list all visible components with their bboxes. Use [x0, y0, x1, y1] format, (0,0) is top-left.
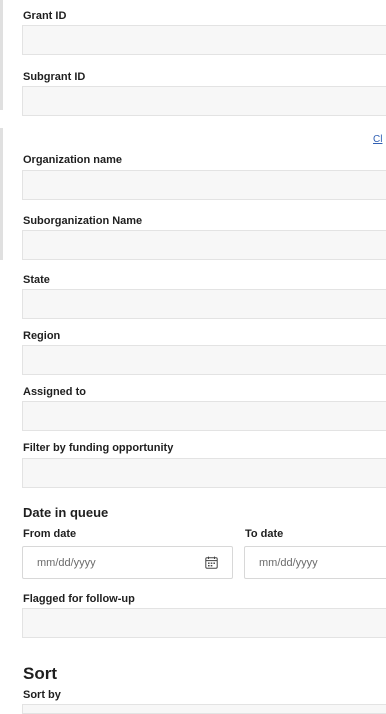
from-date-label: From date — [23, 528, 77, 540]
date-in-queue-heading: Date in queue — [23, 505, 109, 520]
from-date-input[interactable]: mm/dd/yyyy — [22, 546, 233, 579]
suborganization-name-input[interactable] — [22, 230, 386, 260]
region-select[interactable] — [22, 345, 386, 375]
flagged-label: Flagged for follow-up — [23, 593, 135, 605]
to-date-placeholder: mm/dd/yyyy — [259, 557, 318, 569]
clear-link[interactable]: Cl — [373, 134, 382, 145]
state-select[interactable] — [22, 289, 386, 319]
suborganization-name-label: Suborganization Name — [23, 215, 143, 227]
subgrant-id-label: Subgrant ID — [23, 71, 86, 83]
region-label: Region — [23, 330, 61, 342]
from-date-placeholder: mm/dd/yyyy — [37, 557, 96, 569]
flagged-select[interactable] — [22, 608, 386, 638]
sort-by-select[interactable] — [22, 704, 386, 714]
to-date-label: To date — [245, 528, 284, 540]
organization-name-input[interactable] — [22, 170, 386, 200]
sort-by-label: Sort by — [23, 689, 61, 701]
sort-heading: Sort — [23, 664, 57, 683]
calendar-icon[interactable] — [205, 556, 218, 569]
filter-panel: Grant ID Subgrant ID Cl Organization nam… — [0, 0, 386, 714]
funding-opportunity-label: Filter by funding opportunity — [23, 442, 174, 454]
panel-divider — [0, 0, 3, 110]
subgrant-id-input[interactable] — [22, 86, 386, 116]
organization-name-label: Organization name — [23, 154, 123, 166]
panel-divider — [0, 128, 3, 260]
assigned-to-select[interactable] — [22, 401, 386, 431]
assigned-to-label: Assigned to — [23, 386, 86, 398]
state-label: State — [23, 274, 50, 286]
grant-id-input[interactable] — [22, 25, 386, 55]
funding-opportunity-select[interactable] — [22, 458, 386, 488]
to-date-input[interactable]: mm/dd/yyyy — [244, 546, 386, 579]
grant-id-label: Grant ID — [23, 10, 67, 22]
